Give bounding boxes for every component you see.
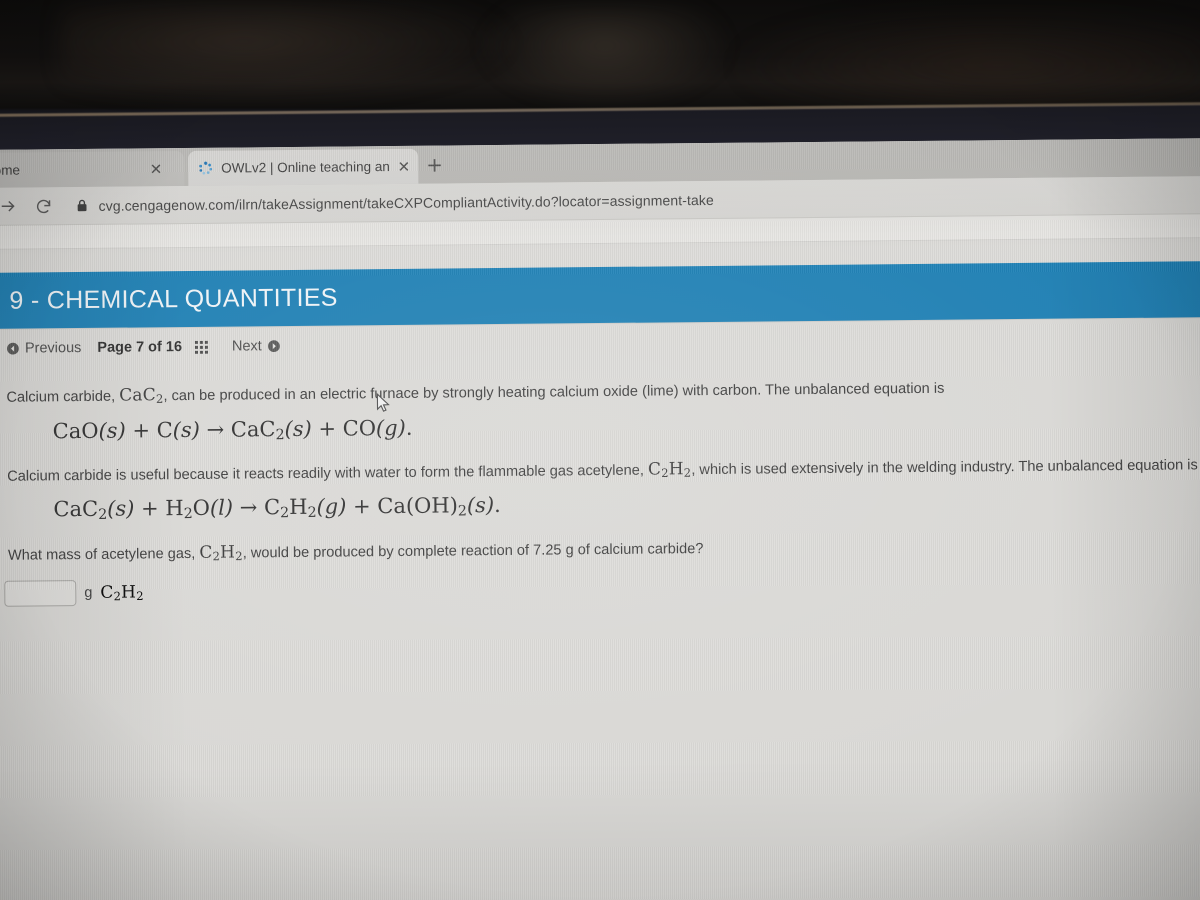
owl-spinner-favicon xyxy=(199,161,213,175)
background-blur-left xyxy=(60,0,520,104)
answer-row: g C2H2 xyxy=(4,569,1200,607)
lock-icon[interactable] xyxy=(73,199,91,212)
answer-unit: g xyxy=(84,585,93,602)
circle-left-arrow-icon xyxy=(7,342,19,355)
browser-window: My Home ✕ OWLv2 | Online teaching and le… xyxy=(0,138,1200,900)
question-prompt-before: What mass of acetylene gas, xyxy=(7,545,200,564)
equation-1: CaO(s) + C(s) → CaC2(s) + CO(g). xyxy=(52,415,413,443)
paragraph-2: Calcium carbide is useful because it rea… xyxy=(7,452,1200,488)
close-icon[interactable]: ✕ xyxy=(398,157,411,175)
page-title: 9 - CHEMICAL QUANTITIES xyxy=(9,283,338,315)
next-button[interactable]: Next xyxy=(231,338,281,355)
paragraph-2-after: , which is used extensively in the weldi… xyxy=(691,457,1198,478)
question-prompt-after: , would be produced by complete reaction… xyxy=(242,540,704,562)
paragraph-2-before: Calcium carbide is useful because it rea… xyxy=(7,462,649,485)
tab-my-home-title: My Home xyxy=(0,162,21,179)
forward-arrow-icon[interactable] xyxy=(0,191,23,221)
paragraph-1-before: Calcium carbide, xyxy=(6,388,120,406)
paragraph-1: Calcium carbide, CaC2, can be produced i… xyxy=(6,373,1200,409)
tab-owlv2-title: OWLv2 | Online teaching and lea xyxy=(221,159,390,176)
previous-label: Previous xyxy=(24,340,82,357)
grid-3x3-icon[interactable] xyxy=(194,340,209,354)
close-icon[interactable]: ✕ xyxy=(150,160,163,178)
tab-owlv2[interactable]: OWLv2 | Online teaching and lea ✕ xyxy=(188,148,419,186)
circle-right-arrow-icon xyxy=(267,340,280,353)
tab-my-home[interactable]: My Home ✕ xyxy=(0,151,185,189)
formula-c2h2-prompt: C2H2 xyxy=(199,542,243,563)
monitor-photo: My Home ✕ OWLv2 | Online teaching and le… xyxy=(0,0,1200,900)
mouse-pointer-icon xyxy=(376,392,390,413)
answer-input[interactable] xyxy=(4,580,77,607)
new-tab-button[interactable]: + xyxy=(426,153,443,177)
page-indicator: Page 7 of 16 xyxy=(97,339,183,356)
paragraph-1-after: , can be produced in an electric furnace… xyxy=(163,380,945,405)
equation-2: CaC2(s) + H2O(l) → C2H2(g) + Ca(OH)2(s). xyxy=(53,493,501,524)
formula-cac2-inline: CaC2 xyxy=(119,385,164,406)
formula-c2h2-inline: C2H2 xyxy=(647,459,692,480)
assignment-page: 9 - CHEMICAL QUANTITIES Previous Page 7 … xyxy=(0,238,1200,900)
reload-icon[interactable] xyxy=(28,191,58,221)
background-blur-center xyxy=(480,6,730,106)
question-content: Calcium carbide, CaC2, can be produced i… xyxy=(0,345,1200,607)
question-prompt: What mass of acetylene gas, C2H2, would … xyxy=(8,531,1200,567)
url-text[interactable]: cvg.cengagenow.com/ilrn/takeAssignment/t… xyxy=(98,191,713,213)
previous-button[interactable]: Previous xyxy=(6,340,82,357)
next-label: Next xyxy=(231,338,262,355)
answer-unit-formula: C2H2 xyxy=(100,582,144,604)
